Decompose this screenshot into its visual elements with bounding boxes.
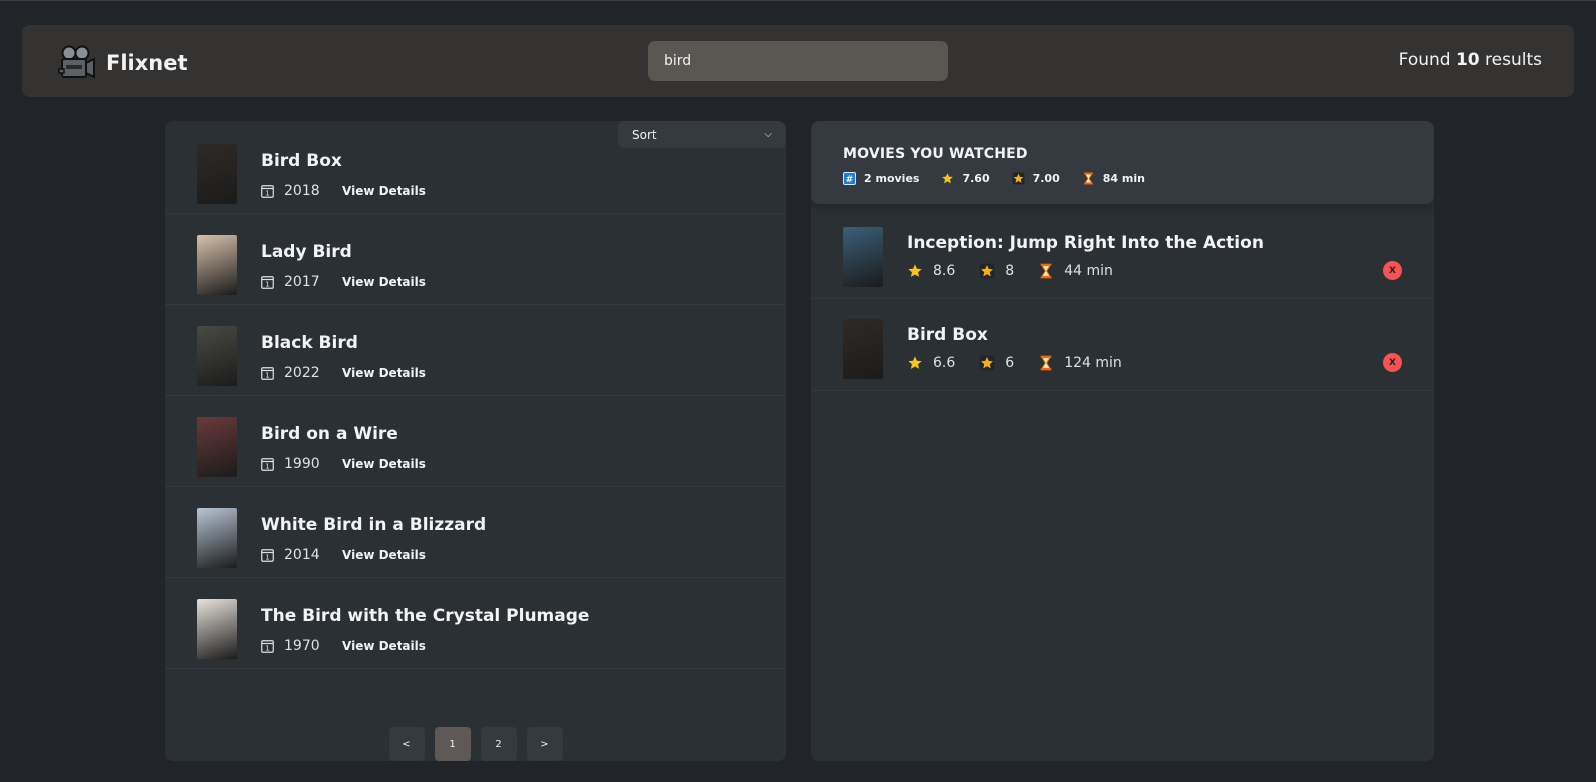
user-star-icon [1012,172,1025,185]
watched-list-item: Inception: Jump Right Into the Action 8.6… [811,206,1434,299]
pagination: < 1 2 > [165,727,786,761]
movie-title: White Bird in a Blizzard [261,515,487,535]
movie-year: 2017 [284,274,320,290]
movie-title: Black Bird [261,333,358,353]
brand-name: Flixnet [106,51,188,75]
watched-title: MOVIES YOU WATCHED [843,146,1028,162]
movie-list-item[interactable]: The Bird with the Crystal Plumage 1 1970 Vi… [165,576,786,669]
user-rating-average: 7.00 [1032,172,1060,185]
navbar: Flixnet Found 10 results [22,25,1574,97]
page-button-2[interactable]: 2 [480,727,517,761]
svg-text:1: 1 [265,190,269,198]
search-results-panel: Sort ⌵ Bird Box 1 2018 View Details Lady Bir… [165,121,786,761]
user-rating: 6 [1005,355,1015,371]
view-details-button[interactable]: View Details [342,548,426,562]
watched-movie-title: Bird Box [907,325,988,345]
user-star-icon [979,355,995,371]
hourglass-icon [1083,172,1093,185]
svg-text:1: 1 [265,463,269,471]
movie-list-item[interactable]: White Bird in a Blizzard 1 2014 View Detail… [165,485,786,578]
calendar-icon: 1 [261,276,274,289]
star-icon [908,264,922,277]
watched-list-item: Bird Box 6.6 6 124 min X [811,298,1434,391]
star-icon [942,173,954,184]
watched-movie-title: Inception: Jump Right Into the Action [907,233,1264,253]
hourglass-icon [1040,355,1052,371]
movie-poster [197,508,237,568]
logo: Flixnet [56,43,188,83]
watched-panel: MOVIES YOU WATCHED # 2 movies 7.60 7.00 … [811,121,1434,761]
movie-year: 1970 [284,638,320,654]
next-page-button[interactable]: > [526,727,563,761]
user-star-icon [979,263,995,279]
hash-icon: # [843,172,856,185]
view-details-button[interactable]: View Details [342,639,426,653]
movie-poster [843,227,883,287]
runtime: 124 min [1064,355,1122,371]
calendar-icon: 1 [261,185,274,198]
star-icon [908,356,922,369]
movie-list-item[interactable]: Black Bird 1 2022 View Details [165,303,786,396]
movie-poster [197,599,237,659]
view-details-button[interactable]: View Details [342,366,426,380]
movie-list-item[interactable]: Bird on a Wire 1 1990 View Details [165,394,786,487]
calendar-icon: 1 [261,640,274,653]
hourglass-icon [1040,263,1052,279]
movie-title: Bird Box [261,151,342,171]
movie-title: The Bird with the Crystal Plumage [261,606,590,626]
view-details-button[interactable]: View Details [342,275,426,289]
movie-year: 2018 [284,183,320,199]
results-number: 10 [1455,50,1480,70]
film-camera-icon [58,45,95,79]
svg-text:1: 1 [265,372,269,380]
movie-year: 2022 [284,365,320,381]
movie-poster [197,144,237,204]
results-prefix: Found [1398,50,1456,70]
imdb-rating: 6.6 [933,355,956,371]
movie-year: 1990 [284,456,320,472]
calendar-icon: 1 [261,549,274,562]
svg-text:#: # [846,175,854,185]
movie-title: Lady Bird [261,242,352,262]
svg-text:1: 1 [265,645,269,653]
watched-stats: # 2 movies 7.60 7.00 84 min [843,172,1167,185]
remove-button[interactable]: X [1383,353,1402,372]
movie-poster [197,326,237,386]
remove-button[interactable]: X [1383,261,1402,280]
calendar-icon: 1 [261,458,274,471]
runtime: 44 min [1064,263,1113,279]
movie-title: Bird on a Wire [261,424,398,444]
top-border [0,0,1596,1]
view-details-button[interactable]: View Details [342,457,426,471]
imdb-rating: 8.6 [933,263,956,279]
search-input[interactable] [648,41,948,81]
movie-poster [843,319,883,379]
imdb-average: 7.60 [962,172,990,185]
movie-list-item[interactable]: Lady Bird 1 2017 View Details [165,212,786,305]
prev-page-button[interactable]: < [388,727,425,761]
calendar-icon: 1 [261,367,274,380]
page-button-1[interactable]: 1 [434,727,471,761]
view-details-button[interactable]: View Details [342,184,426,198]
watched-count: 2 movies [864,172,920,185]
runtime-average: 84 min [1102,172,1145,185]
movie-poster [197,235,237,295]
movie-poster [197,417,237,477]
movie-year: 2014 [284,547,320,563]
user-rating: 8 [1005,263,1015,279]
results-count: Found 10 results [1399,50,1542,70]
watched-summary: MOVIES YOU WATCHED # 2 movies 7.60 7.00 … [811,121,1434,204]
movie-list-item[interactable]: Bird Box 1 2018 View Details [165,121,786,214]
results-suffix: results [1479,50,1542,70]
svg-text:1: 1 [265,281,269,289]
svg-text:1: 1 [265,554,269,562]
